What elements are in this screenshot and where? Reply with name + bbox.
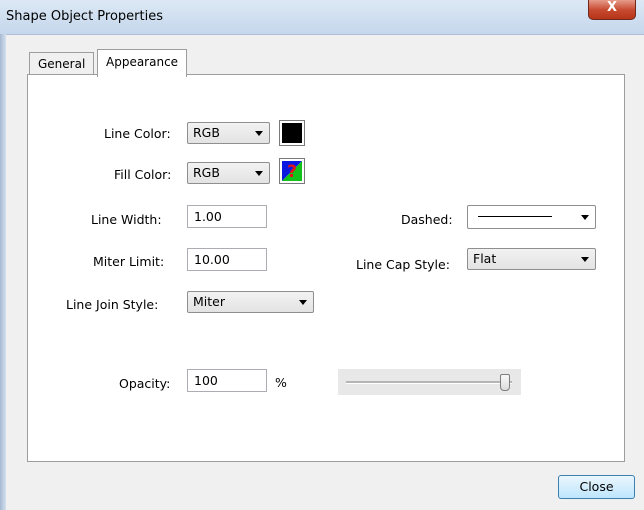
tab-appearance[interactable]: Appearance: [97, 49, 188, 77]
line-join-style-select[interactable]: Miter: [187, 291, 314, 313]
line-color-swatch[interactable]: [279, 120, 305, 146]
tab-general-label: General: [38, 57, 86, 71]
line-color-label: Line Color:: [104, 126, 171, 141]
title-bar[interactable]: Shape Object Properties X: [0, 0, 644, 35]
line-color-mode-value: RGB: [193, 125, 220, 140]
line-join-style-label: Line Join Style:: [66, 297, 159, 312]
opacity-unit-label: %: [275, 375, 287, 390]
line-width-label: Line Width:: [91, 212, 162, 227]
tab-appearance-label: Appearance: [106, 55, 179, 69]
line-style-preview: [478, 216, 552, 217]
fill-color-label: Fill Color:: [114, 167, 172, 182]
slider-thumb[interactable]: [500, 374, 510, 391]
slider-rail: [346, 381, 512, 384]
line-cap-style-label: Line Cap Style:: [356, 257, 450, 272]
chevron-down-icon: [299, 300, 307, 305]
close-window-button[interactable]: X: [588, 0, 636, 20]
black-color-fill: [282, 123, 302, 143]
dashed-label: Dashed:: [401, 212, 453, 227]
miter-limit-label: Miter Limit:: [93, 254, 165, 269]
line-cap-style-value: Flat: [473, 251, 497, 266]
tab-general[interactable]: General: [29, 52, 95, 75]
fill-color-mode-value: RGB: [193, 165, 220, 180]
opacity-slider[interactable]: [338, 369, 521, 395]
close-icon: X: [606, 0, 618, 15]
window-left-edge: [0, 34, 6, 510]
fill-color-mode-select[interactable]: RGB: [187, 162, 270, 184]
no-fill-question-icon: ?: [282, 161, 302, 182]
opacity-label: Opacity:: [119, 376, 171, 391]
window-title: Shape Object Properties: [6, 9, 164, 24]
close-button[interactable]: Close: [558, 475, 635, 499]
chevron-down-icon: [255, 131, 263, 136]
line-cap-style-select[interactable]: Flat: [467, 248, 596, 270]
line-width-input[interactable]: 1.00: [187, 205, 267, 228]
dialog-window: Shape Object Properties X General Appear…: [0, 0, 644, 510]
chevron-down-icon: [581, 215, 589, 220]
line-join-style-value: Miter: [193, 294, 225, 309]
chevron-down-icon: [255, 171, 263, 176]
dashed-style-select[interactable]: [467, 205, 596, 229]
svg-text:?: ?: [287, 162, 297, 182]
opacity-input[interactable]: 100: [187, 369, 267, 392]
chevron-down-icon: [581, 257, 589, 262]
miter-limit-input[interactable]: 10.00: [187, 248, 267, 271]
fill-color-swatch[interactable]: ?: [279, 158, 305, 184]
line-color-mode-select[interactable]: RGB: [187, 122, 270, 144]
